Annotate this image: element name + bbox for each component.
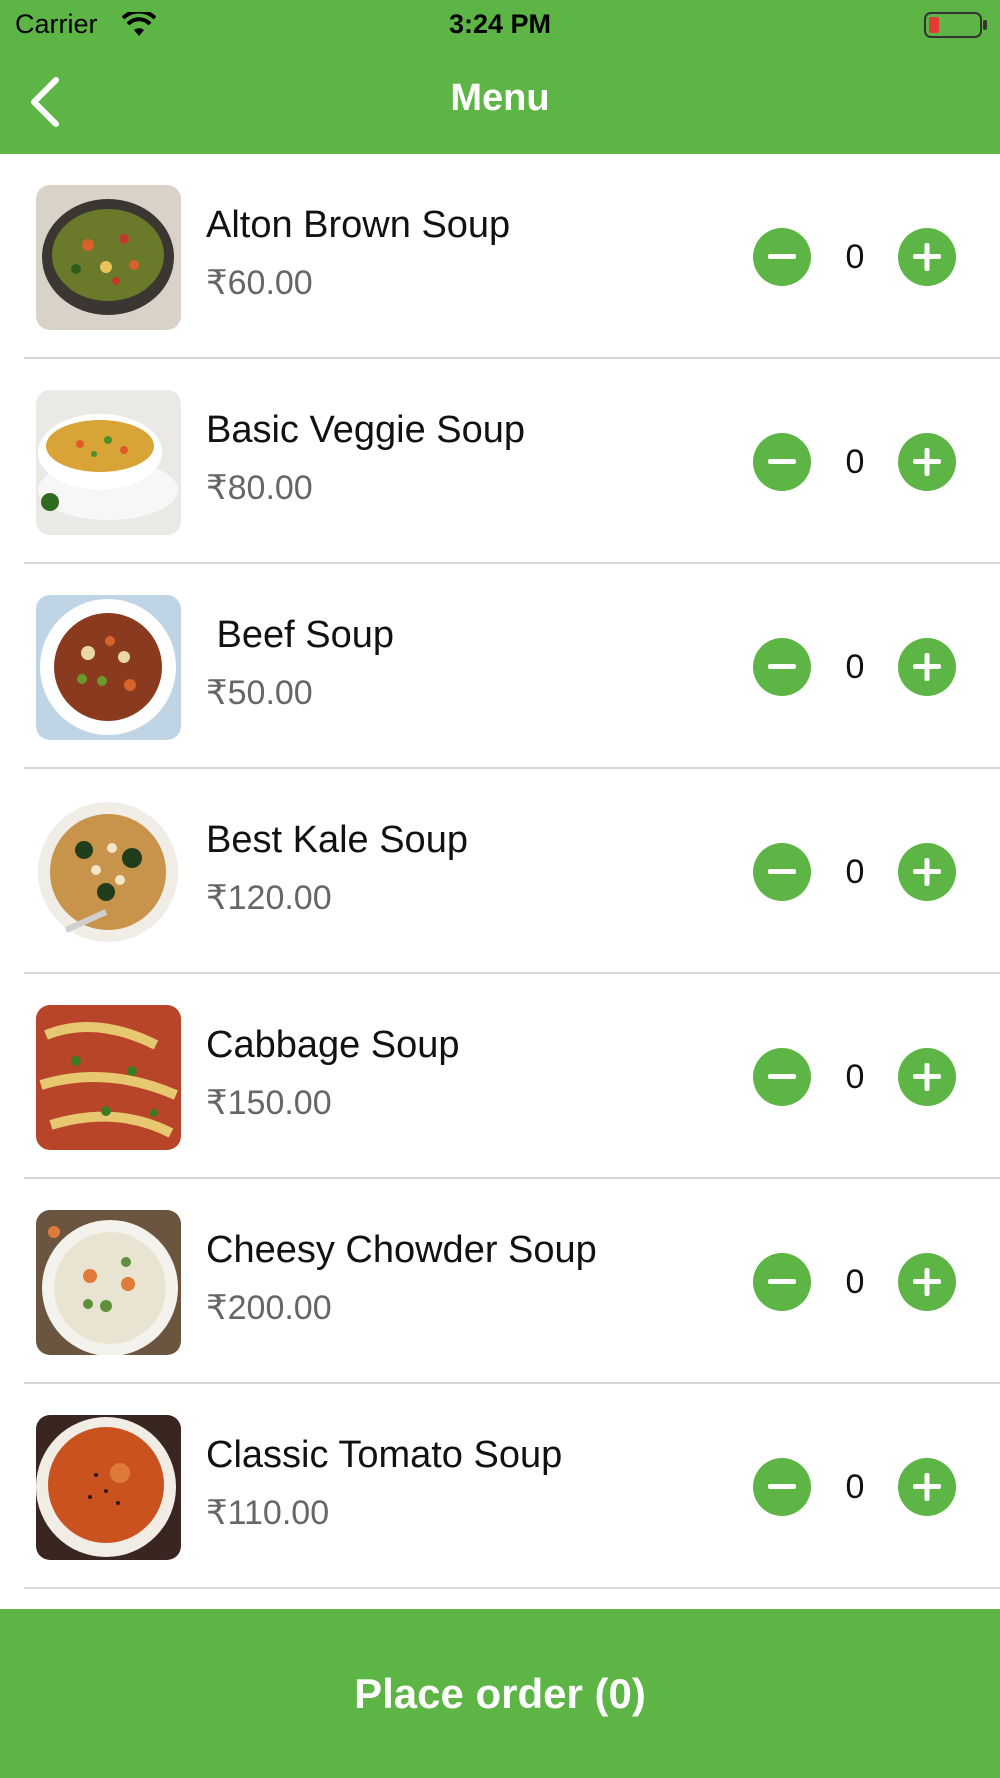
quantity-label: 0 — [845, 1263, 865, 1301]
soup-image — [36, 1415, 181, 1560]
item-name: Cheesy Chowder Soup — [206, 1229, 597, 1271]
soup-image — [36, 1005, 181, 1150]
item-price: ₹50.00 — [206, 674, 313, 712]
status-bar: Carrier 3:24 PM — [0, 0, 1000, 50]
decrease-quantity-button[interactable] — [753, 228, 811, 286]
soup-image — [36, 1210, 181, 1355]
menu-list: Alton Brown Soup ₹60.00 0 Basic Veggie S… — [0, 154, 1000, 1589]
battery-icon — [924, 12, 987, 38]
item-name: Best Kale Soup — [206, 819, 468, 861]
quantity-label: 0 — [845, 853, 865, 891]
item-price: ₹150.00 — [206, 1084, 332, 1122]
decrease-quantity-button[interactable] — [753, 1048, 811, 1106]
menu-item-row: Classic Tomato Soup ₹110.00 0 — [0, 1384, 1000, 1589]
decrease-quantity-button[interactable] — [753, 638, 811, 696]
increase-quantity-button[interactable] — [898, 1458, 956, 1516]
minus-icon — [768, 869, 796, 874]
plus-icon — [913, 1473, 941, 1501]
plus-icon — [913, 243, 941, 271]
soup-image — [36, 595, 181, 740]
increase-quantity-button[interactable] — [898, 1253, 956, 1311]
quantity-label: 0 — [845, 443, 865, 481]
quantity-label: 0 — [845, 648, 865, 686]
increase-quantity-button[interactable] — [898, 638, 956, 696]
minus-icon — [768, 459, 796, 464]
minus-icon — [768, 664, 796, 669]
increase-quantity-button[interactable] — [898, 433, 956, 491]
item-price: ₹60.00 — [206, 264, 313, 302]
place-order-label: Place order (0) — [354, 1669, 646, 1717]
quantity-label: 0 — [845, 1058, 865, 1096]
status-time: 3:24 PM — [448, 9, 552, 39]
item-name: Classic Tomato Soup — [206, 1434, 563, 1476]
quantity-label: 0 — [845, 238, 865, 276]
item-price: ₹80.00 — [206, 469, 313, 507]
menu-item-row: Alton Brown Soup ₹60.00 0 — [0, 154, 1000, 359]
menu-item-row: Cabbage Soup ₹150.00 0 — [0, 974, 1000, 1179]
plus-icon — [913, 448, 941, 476]
soup-image — [36, 390, 181, 535]
increase-quantity-button[interactable] — [898, 843, 956, 901]
decrease-quantity-button[interactable] — [753, 1253, 811, 1311]
row-divider — [24, 1587, 1000, 1589]
minus-icon — [768, 1074, 796, 1079]
decrease-quantity-button[interactable] — [753, 1458, 811, 1516]
menu-item-row: Beef Soup ₹50.00 0 — [0, 564, 1000, 769]
quantity-label: 0 — [845, 1468, 865, 1506]
item-name: Cabbage Soup — [206, 1024, 460, 1066]
minus-icon — [768, 254, 796, 259]
plus-icon — [913, 1063, 941, 1091]
minus-icon — [768, 1279, 796, 1284]
item-price: ₹110.00 — [206, 1494, 330, 1532]
minus-icon — [768, 1484, 796, 1489]
increase-quantity-button[interactable] — [898, 1048, 956, 1106]
item-name: Beef Soup — [206, 614, 395, 656]
soup-image — [36, 800, 181, 945]
increase-quantity-button[interactable] — [898, 228, 956, 286]
soup-image — [36, 185, 181, 330]
page-title: Menu — [450, 77, 550, 119]
item-price: ₹200.00 — [206, 1289, 332, 1327]
plus-icon — [913, 1268, 941, 1296]
menu-item-row: Basic Veggie Soup ₹80.00 0 — [0, 359, 1000, 564]
plus-icon — [913, 653, 941, 681]
menu-item-row: Best Kale Soup ₹120.00 0 — [0, 769, 1000, 974]
navigation-bar: Carrier 3:24 PM Menu — [0, 0, 1000, 154]
plus-icon — [913, 858, 941, 886]
item-name: Alton Brown Soup — [206, 204, 511, 246]
item-name: Basic Veggie Soup — [206, 409, 526, 451]
decrease-quantity-button[interactable] — [753, 843, 811, 901]
item-price: ₹120.00 — [206, 879, 332, 917]
decrease-quantity-button[interactable] — [753, 433, 811, 491]
menu-item-row: Cheesy Chowder Soup ₹200.00 0 — [0, 1179, 1000, 1384]
place-order-button[interactable]: Place order (0) — [0, 1609, 1000, 1778]
